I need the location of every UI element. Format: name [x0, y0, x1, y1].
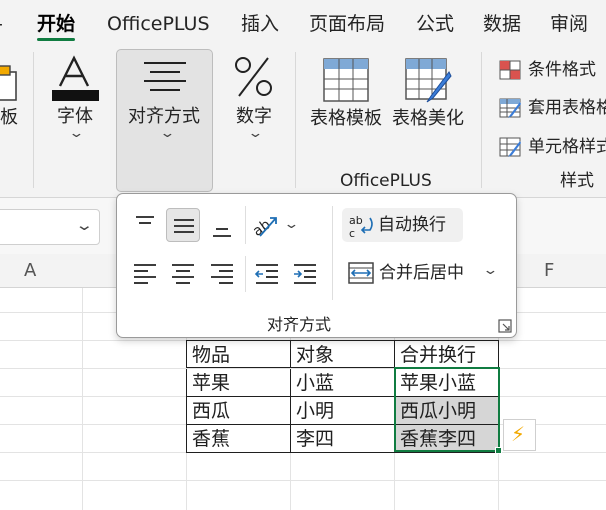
ribbon-separator [295, 52, 296, 188]
panel-separator [332, 206, 333, 300]
wrap-text-label: 自动换行 [378, 215, 446, 235]
tab-data[interactable]: 数据 [483, 11, 521, 37]
align-middle-button[interactable] [166, 208, 200, 242]
increase-indent-icon [294, 264, 316, 284]
table-beautify-icon[interactable] [405, 58, 453, 104]
flash-fill-options-button[interactable]: ⚡ [503, 419, 536, 451]
table-cell-selected[interactable]: 香蕉李四 [395, 425, 499, 453]
officeplus-group-label: OfficePLUS [340, 171, 432, 191]
font-icon[interactable] [52, 54, 100, 102]
tab-page-layout[interactable]: 页面布局 [309, 11, 385, 37]
dialog-launcher-icon[interactable] [498, 319, 512, 333]
column-header-f[interactable]: F [544, 260, 554, 281]
tab-partial[interactable]: ‑ [0, 11, 3, 37]
merge-center-chevron-icon[interactable]: ⌄ [482, 263, 498, 278]
tab-insert[interactable]: 插入 [241, 11, 279, 37]
table-beautify-label[interactable]: 表格美化 [392, 108, 464, 130]
increase-indent-button[interactable] [288, 256, 322, 290]
align-center-icon [172, 264, 194, 284]
svg-text:ab: ab [250, 217, 274, 240]
tab-formulas[interactable]: 公式 [416, 11, 454, 37]
table-cell[interactable]: 香蕉 [186, 425, 291, 453]
merge-center-icon [348, 262, 374, 284]
svg-text:ab: ab [349, 214, 363, 227]
gridline [82, 288, 83, 510]
column-header-a[interactable]: A [24, 260, 36, 281]
tab-review[interactable]: 审阅 [550, 11, 588, 37]
align-left-button[interactable] [128, 256, 162, 290]
table-header-cell[interactable]: 物品 [186, 340, 291, 368]
clipboard-icon[interactable] [0, 58, 20, 102]
align-right-button[interactable] [205, 256, 239, 290]
table-cell[interactable]: 李四 [291, 425, 395, 453]
align-middle-icon [174, 219, 194, 233]
table-cell-selected[interactable]: 苹果小蓝 [395, 369, 499, 397]
wrap-text-icon: ab c [349, 214, 373, 240]
table-header-cell[interactable]: 对象 [291, 340, 395, 368]
name-box-chevron-icon[interactable]: ⌄ [75, 216, 94, 234]
align-right-icon [211, 264, 233, 284]
ribbon-separator [33, 52, 34, 188]
align-center-button[interactable] [166, 256, 200, 290]
table-template-icon[interactable] [323, 58, 369, 102]
cell-style-button[interactable]: 单元格样式 [528, 136, 606, 158]
fill-handle[interactable] [495, 447, 502, 454]
table-cell[interactable]: 小明 [291, 397, 395, 425]
decrease-indent-icon [254, 264, 278, 284]
table-template-label[interactable]: 表格模板 [310, 108, 382, 130]
alignment-label: 对齐方式 [128, 106, 200, 127]
orientation-chevron-icon: ⌄ [283, 217, 300, 232]
table-cell[interactable]: 苹果 [186, 369, 291, 397]
align-left-icon [134, 264, 156, 284]
decrease-indent-button[interactable] [250, 256, 284, 290]
table-cell[interactable]: 小蓝 [291, 369, 395, 397]
active-tab-indicator [37, 38, 75, 41]
table-cell[interactable]: 西瓜 [186, 397, 291, 425]
font-chevron-icon: ⌄ [68, 126, 85, 141]
ribbon-separator [481, 52, 482, 188]
svg-text:c: c [349, 227, 355, 240]
alignment-icon [144, 62, 186, 91]
align-bottom-button[interactable] [205, 208, 239, 242]
lightning-icon: ⚡ [511, 422, 526, 446]
alignment-chevron-icon: ⌄ [159, 126, 176, 141]
number-label[interactable]: 数字 [236, 106, 272, 128]
apply-table-format-icon [499, 98, 521, 118]
panel-separator [245, 206, 246, 244]
align-bottom-icon [213, 228, 231, 237]
clipboard-label: 板 [0, 107, 18, 128]
apply-table-format-button[interactable]: 套用表格格 [528, 97, 606, 119]
orientation-button[interactable]: ab ⌄ [250, 208, 302, 242]
cell-style-icon [499, 137, 521, 157]
font-label[interactable]: 字体 [57, 106, 93, 128]
merge-center-button[interactable]: 合并后居中 ⌄ [342, 256, 504, 290]
wrap-text-button[interactable]: ab c 自动换行 [342, 208, 463, 242]
tab-officeplus[interactable]: OfficePLUS [107, 11, 210, 37]
gridline [0, 480, 606, 481]
align-top-icon [136, 216, 154, 224]
alignment-panel-title: 对齐方式 [267, 315, 332, 334]
conditional-format-icon [499, 60, 521, 80]
table-cell-selected[interactable]: 西瓜小明 [395, 397, 499, 425]
styles-group-label: 样式 [560, 171, 594, 191]
align-top-button[interactable] [128, 208, 162, 242]
text-orientation-icon: ab [250, 217, 277, 240]
merge-center-label: 合并后居中 [379, 263, 464, 283]
conditional-format-button[interactable]: 条件格式 [528, 59, 596, 81]
number-chevron-icon: ⌄ [247, 126, 264, 141]
percent-icon[interactable] [234, 56, 274, 98]
panel-separator [245, 256, 246, 292]
tab-home[interactable]: 开始 [37, 11, 75, 37]
table-header-cell[interactable]: 合并换行 [395, 340, 499, 368]
